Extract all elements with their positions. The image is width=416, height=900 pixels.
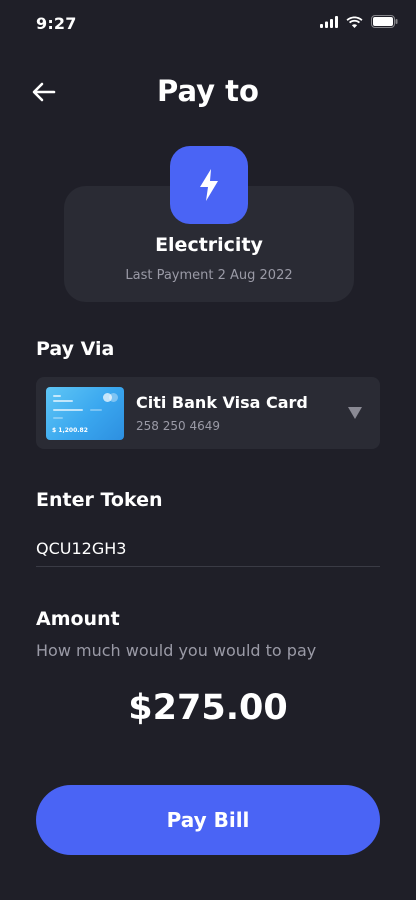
biller-icon-tile: [170, 146, 248, 224]
card-select[interactable]: $ 1,200.82 Citi Bank Visa Card 258 250 4…: [36, 377, 380, 449]
card-thumb-amount: $ 1,200.82: [52, 427, 88, 434]
status-time: 9:27: [36, 14, 77, 33]
biller-last-payment: Last Payment 2 Aug 2022: [125, 268, 293, 283]
wifi-icon: [346, 16, 363, 28]
amount-value[interactable]: $275.00: [0, 688, 416, 728]
card-number: 258 250 4649: [136, 419, 220, 433]
status-icons: [320, 15, 398, 28]
battery-icon: [371, 15, 398, 28]
pay-bill-button[interactable]: Pay Bill: [36, 785, 380, 855]
page-title: Pay to: [157, 74, 259, 108]
status-bar: 9:27: [0, 0, 416, 48]
pay-via-label: Pay Via: [36, 338, 115, 360]
triangle-down-icon[interactable]: [348, 407, 362, 419]
token-label: Enter Token: [36, 489, 163, 511]
amount-label: Amount: [36, 608, 120, 630]
signal-icon: [320, 15, 338, 28]
amount-subtitle: How much would you would to pay: [36, 641, 317, 660]
card-name: Citi Bank Visa Card: [136, 393, 308, 412]
header: Pay to: [0, 70, 416, 116]
lightning-icon: [200, 169, 218, 201]
card-thumbnail: $ 1,200.82: [46, 387, 124, 440]
token-input[interactable]: [36, 530, 380, 567]
biller-name: Electricity: [155, 234, 263, 256]
